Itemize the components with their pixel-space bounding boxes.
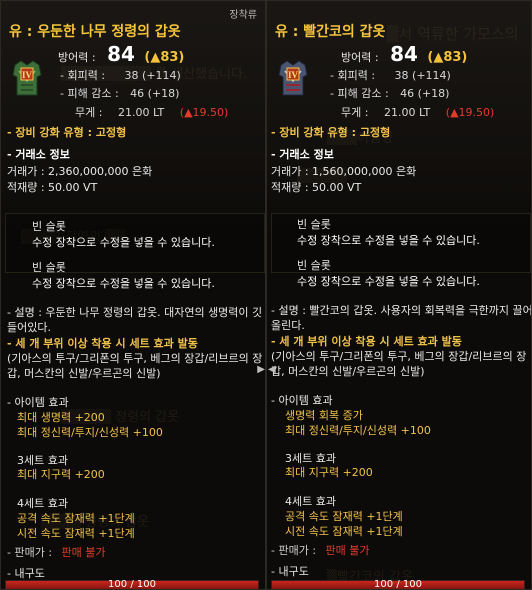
sell-price-value: 판매 불가 <box>61 546 106 559</box>
armor-icon: IV <box>277 59 309 97</box>
item-name: 유 : 빨간코의 갑옷 <box>275 24 386 40</box>
description-line-1: - 설명 : 빨간코의 갑옷. 사용자의 회복력을 극한까지 끌어 <box>271 304 532 317</box>
weight-value: 21.00 LT <box>117 106 165 119</box>
set-bonus-header: - 세 개 부위 이상 착용 시 세트 효과 발동 <box>271 335 462 348</box>
set4-effect-1: 공격 속도 잠재력 +1단계 <box>285 510 403 523</box>
weight-label: 무게 : <box>341 106 369 119</box>
enhance-type: - 장비 강화 유형 : 고정형 <box>7 126 127 139</box>
sell-price-row: - 판매가 : 판매 불가 <box>271 543 370 558</box>
market-price: 거래가 : 1,560,000,000 은화 <box>271 165 417 178</box>
item-name: 유 : 우둔한 나무 정령의 갑옷 <box>9 24 181 40</box>
set-bonus-header: - 세 개 부위 이상 착용 시 세트 효과 발동 <box>7 337 198 350</box>
durability-text: 100 / 100 <box>108 579 156 590</box>
item-tooltip-right: ▒서 역류한 가모스의 ▒▒▒이템명 ▒▒▒▒▒ ▒빨간코의 갑옷 유 : 빨간… <box>266 0 532 590</box>
enhance-type: - 장비 강화 유형 : 고정형 <box>271 126 391 139</box>
set-items-line-1: (기아스의 투구/그리폰의 투구, 베그의 장갑/리브르의 장 <box>271 350 527 363</box>
defense-row: 방어력 : 84 (▲83) <box>58 42 184 66</box>
market-header: - 거래소 정보 <box>7 148 70 161</box>
grade-label: IV <box>288 70 299 80</box>
background-ghost-text: ▒서 역류한 가모스의 <box>387 25 519 43</box>
armor-icon: IV <box>11 59 43 97</box>
sell-price-value: 판매 불가 <box>325 544 370 557</box>
slot-2-title: 빈 슬롯 <box>297 259 331 272</box>
set4-effect-1: 공격 속도 잠재력 +1단계 <box>17 512 135 525</box>
durability-text: 100 / 100 <box>374 579 422 590</box>
weight-row: 무게 : 21.00 LT (▲19.50) <box>75 104 228 120</box>
set4-effect-2: 시전 속도 잠재력 +1단계 <box>285 525 403 538</box>
slot-1-title: 빈 슬롯 <box>297 218 331 231</box>
slot-1-desc: 수정 장착으로 수정을 넣을 수 있습니다. <box>297 234 480 247</box>
durability-bar: 100 / 100 <box>271 579 525 590</box>
slot-1-desc: 수정 장착으로 수정을 넣을 수 있습니다. <box>32 236 215 249</box>
defense-label: 방어력 : <box>58 51 96 64</box>
set4-effect-2: 시전 속도 잠재력 +1단계 <box>17 527 135 540</box>
slot-2-desc: 수정 장착으로 수정을 넣을 수 있습니다. <box>32 277 215 290</box>
defense-value: 84 <box>390 42 418 66</box>
defense-bonus: (▲83) <box>427 50 468 65</box>
set-items-line-2: 갑, 머스칸의 신발/우르곤의 신발) <box>271 365 425 378</box>
market-capacity: 적재량 : 50.00 VT <box>271 181 362 194</box>
set4-header: 4세트 효과 <box>17 497 68 510</box>
evasion-label: - 회피력 : <box>60 69 106 82</box>
slot-2-desc: 수정 장착으로 수정을 넣을 수 있습니다. <box>297 275 480 288</box>
durability-bar: 100 / 100 <box>5 579 259 590</box>
item-effect-2: 최대 정신력/투지/신성력 +100 <box>17 426 163 439</box>
item-effect-1: 생명력 회복 증가 <box>285 409 363 422</box>
set-items-line-1: (기아스의 투구/그리폰의 투구, 베그의 장갑/리브르의 장 <box>7 352 263 365</box>
item-effect-1: 최대 생명력 +200 <box>17 411 105 424</box>
defense-bonus: (▲83) <box>144 50 185 65</box>
weight-value: 21.00 LT <box>383 106 431 119</box>
damage-reduction-value: 46 (+18) <box>130 87 180 100</box>
defense-value: 84 <box>107 42 135 66</box>
item-effect-header: - 아이템 효과 <box>271 394 333 407</box>
durability-label: - 내구도 <box>271 565 309 578</box>
damage-reduction-label: - 피해 감소 : <box>60 87 119 100</box>
evasion-label: - 회피력 : <box>330 69 376 82</box>
weight-diff: (▲19.50) <box>179 106 229 119</box>
damage-reduction-row: - 피해 감소 : 46 (+18) <box>60 85 179 101</box>
caret-left-icon: ◀ <box>268 364 276 375</box>
weight-row: 무게 : 21.00 LT (▲19.50) <box>341 104 494 120</box>
sell-price-row: - 판매가 : 판매 불가 <box>7 545 106 560</box>
description-line-2: 올린다. <box>271 319 305 332</box>
weight-diff: (▲19.50) <box>445 106 495 119</box>
set3-header: 3세트 효과 <box>17 454 68 467</box>
description-line-1: - 설명 : 우둔한 나무 정령의 갑옷. 대자연의 생명력이 깃 <box>7 306 263 319</box>
damage-reduction-label: - 피해 감소 : <box>330 87 389 100</box>
market-price: 거래가 : 2,360,000,000 은화 <box>7 165 153 178</box>
set-items-line-2: 갑, 머스칸의 신발/우르곤의 신발) <box>7 367 161 380</box>
damage-reduction-value: 46 (+18) <box>400 87 450 100</box>
defense-label: 방어력 : <box>341 51 379 64</box>
item-effect-2: 최대 정신력/투지/신성력 +100 <box>285 424 431 437</box>
evasion-row: - 회피력 : 38 (+114) <box>330 67 451 83</box>
grade-label: IV <box>22 70 33 80</box>
market-capacity: 적재량 : 50.00 VT <box>7 181 98 194</box>
item-tooltip-left: ▒▒▒▒▒▒▒▒▒ 를 생산했습니다. ▒▒▒▒ 정령의 ▒▒ ▒▒▒▒▒ 정령… <box>0 0 266 590</box>
slot-1-title: 빈 슬롯 <box>32 220 66 233</box>
set3-effect-1: 최대 지구력 +200 <box>17 468 105 481</box>
evasion-row: - 회피력 : 38 (+114) <box>60 67 181 83</box>
equip-category-label: 장착류 <box>229 10 257 21</box>
sell-price-label: - 판매가 : <box>7 546 53 559</box>
evasion-value: 38 (+114) <box>394 69 451 82</box>
damage-reduction-row: - 피해 감소 : 46 (+18) <box>330 85 449 101</box>
slot-2-title: 빈 슬롯 <box>32 261 66 274</box>
caret-right-icon: ▶ <box>257 364 265 375</box>
item-effect-header: - 아이템 효과 <box>7 396 69 409</box>
evasion-value: 38 (+114) <box>124 69 181 82</box>
defense-row: 방어력 : 84 (▲83) <box>341 42 467 66</box>
weight-label: 무게 : <box>75 106 103 119</box>
sell-price-label: - 판매가 : <box>271 544 317 557</box>
market-header: - 거래소 정보 <box>271 148 334 161</box>
set3-header: 3세트 효과 <box>285 452 336 465</box>
set3-effect-1: 최대 지구력 +200 <box>285 466 373 479</box>
set4-header: 4세트 효과 <box>285 495 336 508</box>
description-line-2: 들어있다. <box>7 321 51 334</box>
